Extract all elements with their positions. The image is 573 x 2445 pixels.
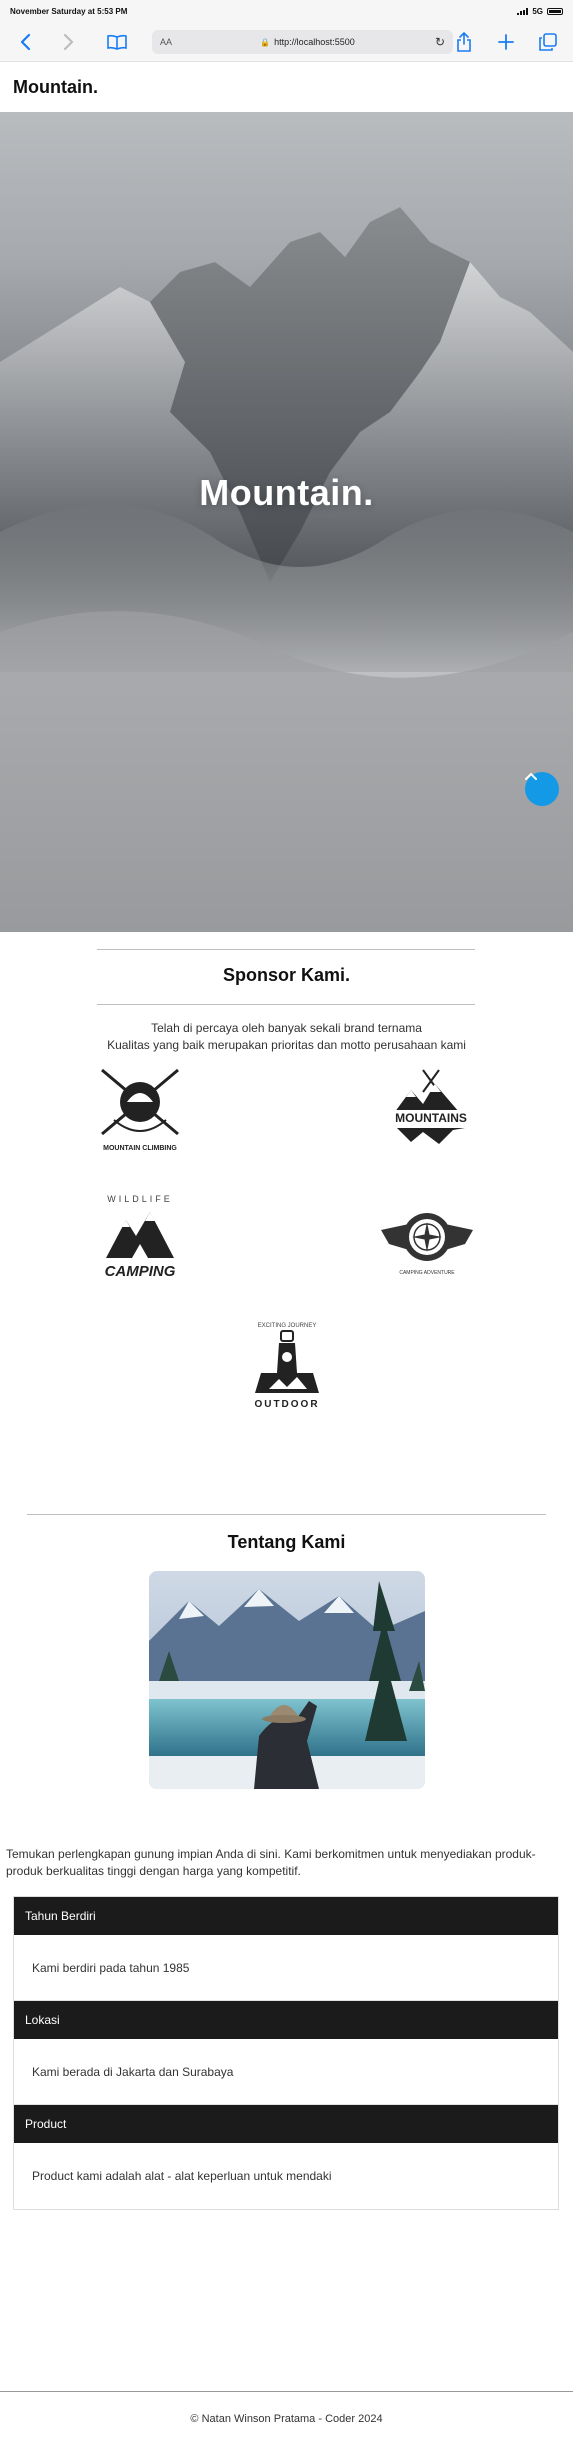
accordion-body-lokasi: Kami berada di Jakarta dan Surabaya (14, 2039, 558, 2105)
sponsor-logo-camping-adventure: CAMPING ADVENTURE (379, 1190, 475, 1286)
about-image (149, 1571, 425, 1789)
divider (97, 949, 475, 950)
signal-icon (517, 7, 529, 15)
forward-icon[interactable] (58, 31, 80, 53)
divider (27, 1514, 546, 1515)
divider (97, 1004, 475, 1005)
tabs-icon[interactable] (537, 31, 559, 53)
sponsor-logo-outdoor: EXCITING JOURNEY OUTDOOR (239, 1317, 335, 1413)
network-label: 5G (532, 6, 543, 16)
battery-icon (547, 7, 563, 15)
browser-toolbar: AA 🔒 http://localhost:5500 ↻ (0, 22, 573, 62)
url-text: http://localhost:5500 (274, 36, 355, 47)
reload-icon[interactable]: ↻ (435, 35, 445, 49)
sponsor-description: Telah di percaya oleh banyak sekali bran… (0, 1020, 573, 1054)
address-bar[interactable]: AA 🔒 http://localhost:5500 ↻ (152, 29, 453, 54)
text-size-button[interactable]: AA (160, 37, 180, 47)
sponsor-section: Sponsor Kami. Telah di percaya oleh bany… (0, 932, 573, 1512)
sponsor-line-2: Kualitas yang baik merupakan prioritas d… (107, 1038, 466, 1052)
status-bar: November Saturday at 5:53 PM 5G (0, 0, 573, 22)
logo-text: CAMPING (105, 1263, 176, 1280)
sponsor-line-1: Telah di percaya oleh banyak sekali bran… (151, 1021, 422, 1035)
logo-text: MOUNTAIN CLIMBING (103, 1145, 177, 1152)
accordion-header-lokasi[interactable]: Lokasi (14, 2001, 558, 2039)
share-icon[interactable] (453, 31, 475, 53)
sponsor-logo-mountains: MOUNTAINS (383, 1062, 479, 1158)
new-tab-icon[interactable] (495, 31, 517, 53)
sponsor-title: Sponsor Kami. (222, 965, 351, 985)
hero-title: Mountain. (199, 472, 374, 513)
logo-text: OUTDOOR (254, 1399, 319, 1410)
sponsor-logo-mountain-climbing: MOUNTAIN CLIMBING (92, 1062, 188, 1158)
status-time: November Saturday at 5:53 PM (10, 6, 128, 16)
logo-text: CAMPING ADVENTURE (399, 1270, 455, 1276)
accordion-header-tahun-berdiri[interactable]: Tahun Berdiri (14, 1897, 558, 1935)
accordion-body-tahun-berdiri: Kami berdiri pada tahun 1985 (14, 1935, 558, 2001)
scroll-to-top-button[interactable] (525, 772, 559, 806)
lock-icon: 🔒 (260, 37, 271, 47)
site-navbar: Mountain. (0, 62, 573, 112)
hero-mountain-image (0, 207, 573, 932)
brand-logo-link[interactable]: Mountain. (13, 77, 98, 98)
accordion-body-product: Product kami adalah alat - alat keperlua… (14, 2143, 558, 2209)
about-description: Temukan perlengkapan gunung impian Anda … (6, 1847, 536, 1878)
footer-text: © Natan Winson Pratama - Coder 2024 (190, 2412, 383, 2425)
status-indicators: 5G (517, 7, 563, 16)
logo-subtext: EXCITING JOURNEY (258, 1323, 317, 1329)
site-footer: © Natan Winson Pratama - Coder 2024 (0, 2391, 573, 2445)
about-title: Tentang Kami (227, 1532, 346, 1552)
about-accordion: Tahun Berdiri Kami berdiri pada tahun 19… (13, 1896, 559, 2210)
back-icon[interactable] (14, 31, 36, 53)
accordion-header-product[interactable]: Product (14, 2105, 558, 2143)
logo-text: MOUNTAINS (395, 1111, 467, 1125)
hero-section: Mountain. (0, 112, 573, 932)
logo-subtext: WILDLIFE (107, 1194, 173, 1204)
sponsor-logo-camping: WILDLIFE CAMPING (92, 1190, 188, 1286)
bookmarks-icon[interactable] (106, 31, 128, 53)
